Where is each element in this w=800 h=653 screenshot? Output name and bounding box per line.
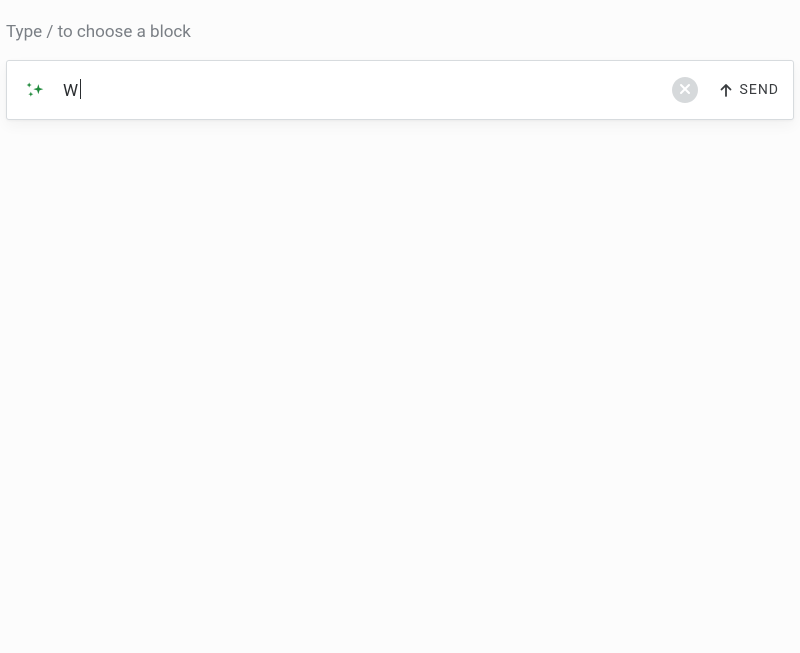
text-caret <box>80 79 81 99</box>
send-button-label: SEND <box>740 82 779 98</box>
ai-sparkle-icon <box>25 80 45 100</box>
compose-input[interactable]: W <box>63 79 672 101</box>
compose-container: W SEND <box>6 60 794 120</box>
clear-button[interactable] <box>672 77 698 103</box>
arrow-up-icon <box>718 82 734 98</box>
block-hint-text: Type / to choose a block <box>0 0 800 42</box>
send-button[interactable]: SEND <box>718 82 779 98</box>
compose-input-value: W <box>63 81 79 101</box>
close-icon <box>679 83 691 98</box>
